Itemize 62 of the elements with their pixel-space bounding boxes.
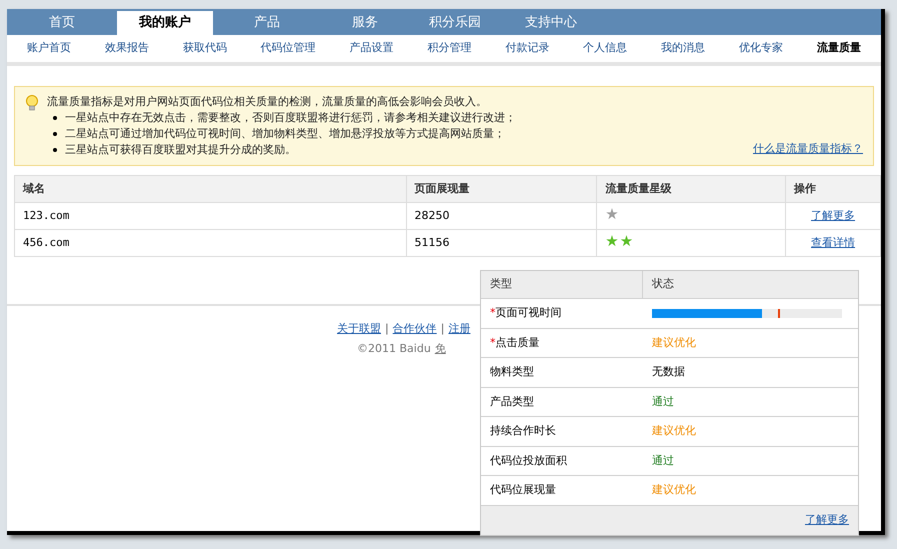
status-text: 无数据 [652, 365, 685, 378]
subnav-link[interactable]: 产品设置 [350, 40, 394, 57]
column-header: 状态 [651, 276, 675, 292]
quality-label: 点击质量 [496, 334, 540, 350]
notice-item: 二星站点可通过增加代码位可视时间、增加物料类型、增加悬浮投放等方式提高网站质量； [65, 126, 505, 142]
nav-tab[interactable]: 服务 [321, 11, 409, 35]
threshold-marker [778, 308, 780, 318]
required-mark: * [490, 305, 496, 321]
subnav-link[interactable]: 账户首页 [27, 40, 71, 57]
subnav-link[interactable]: 流量质量 [816, 40, 861, 57]
status-text: 建议优化 [652, 336, 696, 348]
status-text: 通过 [652, 454, 674, 466]
star-rating: ★★ [605, 232, 634, 250]
separator: | [385, 321, 389, 337]
quality-label: 页面可视时间 [496, 305, 562, 321]
help-link[interactable]: 什么是流量质量指标？ [753, 141, 863, 157]
footer-link[interactable]: 注册 [448, 321, 470, 338]
nav-tab[interactable]: 支持中心 [501, 11, 601, 35]
nav-tab[interactable]: 积分乐园 [409, 11, 501, 35]
disclaimer-link[interactable]: 免 [434, 340, 446, 357]
status-text: 建议优化 [652, 424, 696, 437]
bullet-icon [53, 132, 57, 136]
table-cell: 28250 [406, 202, 597, 230]
status-text: 建议优化 [652, 483, 696, 496]
bullet-icon [53, 116, 57, 120]
nav-tab[interactable]: 产品 [213, 11, 321, 35]
column-header: 类型 [481, 271, 643, 298]
separator: | [440, 321, 444, 337]
lightbulb-icon [25, 95, 39, 111]
nav-tab[interactable]: 我的账户 [117, 11, 213, 35]
table-cell: 51156 [406, 230, 597, 256]
column-header: 流量质量星级 [596, 176, 786, 202]
learn-more-link[interactable]: 了解更多 [805, 512, 849, 528]
subnav-link[interactable]: 个人信息 [583, 40, 628, 57]
quality-label: 代码位投放面积 [490, 452, 567, 468]
table-cell: 456.com [14, 230, 406, 256]
quality-label: 持续合作时长 [490, 423, 556, 439]
star-rating: ★ [605, 205, 620, 224]
nav-tab[interactable]: 首页 [7, 11, 117, 35]
footer-link[interactable]: 合作伙伴 [392, 321, 437, 338]
subnav-link[interactable]: 效果报告 [104, 40, 149, 57]
required-mark: * [490, 334, 496, 350]
notice-text: 流量质量指标是对用户网站页面代码位相关质量的检测，流量质量的高低会影响会员收入。 [47, 94, 488, 110]
table-cell: 123.com [14, 202, 406, 230]
subnav-link[interactable]: 积分管理 [427, 40, 472, 57]
column-header: 页面展现量 [406, 176, 597, 202]
subnav-link[interactable]: 付款记录 [505, 40, 550, 57]
status-text: 通过 [652, 394, 674, 408]
column-header: 域名 [14, 176, 406, 202]
notice-item: 一星站点中存在无效点击，需要整改，否则百度联盟将进行惩罚，请参考相关建议进行改进； [65, 110, 516, 126]
footer-link[interactable]: 关于联盟 [337, 321, 381, 338]
quality-label: 产品类型 [490, 394, 534, 410]
bullet-icon [53, 148, 57, 152]
subnav-link[interactable]: 我的消息 [661, 40, 706, 57]
subnav-link[interactable]: 优化专家 [739, 40, 784, 57]
subnav-link[interactable]: 获取代码 [182, 40, 227, 57]
quality-label: 代码位展现量 [490, 482, 556, 498]
column-header: 操作 [786, 176, 880, 202]
quality-label: 物料类型 [490, 364, 534, 380]
notice-item: 三星站点可获得百度联盟对其提升分成的奖励。 [65, 142, 296, 158]
copyright-text: ©2011 Baidu [357, 340, 431, 356]
subnav-link[interactable]: 代码位管理 [260, 40, 316, 57]
